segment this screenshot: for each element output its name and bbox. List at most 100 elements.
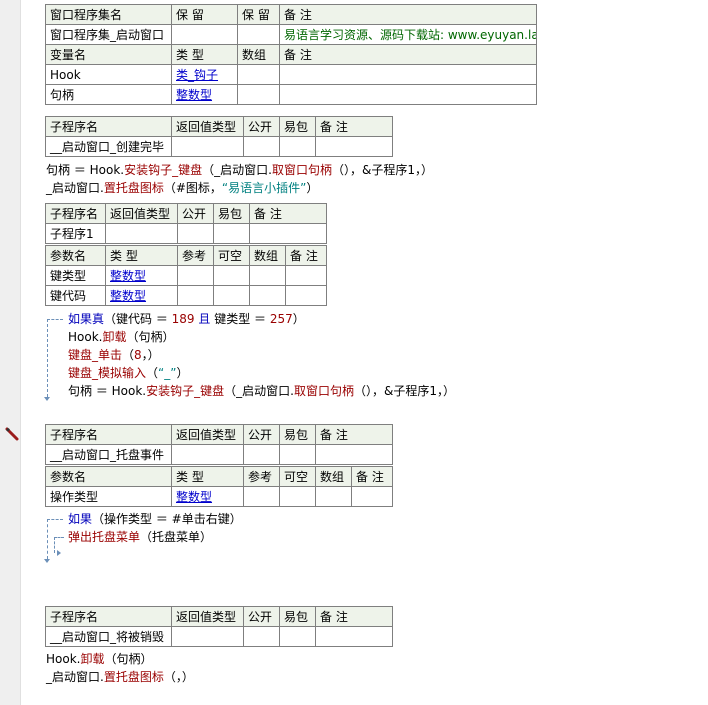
code-line[interactable]: _启动窗口.置托盘图标（，）: [46, 668, 194, 686]
code-line[interactable]: _启动窗口.置托盘图标（#图标，“易语言小插件”）: [46, 179, 318, 197]
subroutine-row[interactable]: 子程序1: [45, 223, 327, 244]
variable-array-cell[interactable]: [237, 64, 280, 85]
col-assembly-name: 窗口程序集名: [45, 4, 172, 25]
param-name-cell[interactable]: 键类型: [45, 265, 106, 286]
col-sub-remark: 备 注: [249, 203, 327, 224]
public-cell[interactable]: [177, 223, 214, 244]
sub-remark-cell[interactable]: [315, 626, 393, 647]
variable-type-link[interactable]: 整数型: [171, 84, 238, 105]
param-reference-cell[interactable]: [177, 285, 214, 306]
col-sub-name: 子程序名: [45, 606, 172, 627]
subroutine-row[interactable]: __启动窗口_将被销毁: [45, 626, 393, 647]
col-sub-remark: 备 注: [315, 424, 393, 445]
param-nullable-cell[interactable]: [213, 265, 250, 286]
parameter-table: 参数名 类 型 参考 可空 数组 备 注 操作类型 整数型: [45, 466, 393, 507]
col-nullable: 可空: [213, 245, 250, 266]
col-var-remark: 备 注: [279, 44, 537, 65]
col-reference: 参考: [177, 245, 214, 266]
code-line[interactable]: 键盘_单击（8，）: [68, 346, 160, 364]
parameter-row[interactable]: 键类型 整数型: [45, 265, 327, 286]
parameter-row[interactable]: 操作类型 整数型: [45, 486, 393, 507]
assembly-header-row: 窗口程序集名 保 留 保 留 备 注: [45, 4, 537, 25]
param-name-cell[interactable]: 键代码: [45, 285, 106, 306]
easy-package-cell[interactable]: [279, 136, 316, 157]
col-param-name: 参数名: [45, 245, 106, 266]
code-line[interactable]: 键盘_模拟输入（“_”）: [68, 364, 188, 382]
variable-row[interactable]: 句柄 整数型: [45, 84, 537, 105]
parameter-row[interactable]: 键代码 整数型: [45, 285, 327, 306]
param-nullable-cell[interactable]: [213, 285, 250, 306]
subroutine-row[interactable]: __启动窗口_托盘事件: [45, 444, 393, 465]
subroutine-name-cell[interactable]: 子程序1: [45, 223, 106, 244]
param-type-link[interactable]: 整数型: [105, 285, 178, 306]
code-line[interactable]: Hook.卸载（句柄）: [68, 328, 175, 346]
sub-remark-cell[interactable]: [315, 444, 393, 465]
param-name-cell[interactable]: 操作类型: [45, 486, 172, 507]
subroutine-header-row: 子程序名 返回值类型 公开 易包 备 注: [45, 606, 393, 627]
code-line[interactable]: 句柄 ＝ Hook.安装钩子_键盘（_启动窗口.取窗口句柄（），&子程序1，）: [46, 161, 433, 179]
variable-remark-cell[interactable]: [279, 84, 537, 105]
subroutine-name-cell[interactable]: __启动窗口_创建完毕: [45, 136, 172, 157]
code-line[interactable]: 如果真（键代码 ＝ 189 且 键类型 ＝ 257）: [68, 310, 305, 328]
line-gutter: [0, 0, 21, 705]
return-type-cell[interactable]: [105, 223, 178, 244]
sub-remark-cell[interactable]: [315, 136, 393, 157]
assembly-name-cell[interactable]: 窗口程序集_启动窗口: [45, 24, 172, 45]
subroutine-name-cell[interactable]: __启动窗口_将被销毁: [45, 626, 172, 647]
return-type-cell[interactable]: [171, 444, 244, 465]
col-reserved-1: 保 留: [171, 4, 238, 25]
parameter-header-row: 参数名 类 型 参考 可空 数组 备 注: [45, 466, 393, 487]
subroutine-name-cell[interactable]: __启动窗口_托盘事件: [45, 444, 172, 465]
variable-row[interactable]: Hook 类_钩子: [45, 64, 537, 85]
variable-name-cell[interactable]: 句柄: [45, 84, 172, 105]
pencil-icon: [5, 427, 19, 441]
flow-connector: [54, 537, 64, 538]
col-public: 公开: [243, 424, 280, 445]
variable-type-link[interactable]: 类_钩子: [171, 64, 238, 85]
col-easy-package: 易包: [279, 424, 316, 445]
subroutine-table: 子程序名 返回值类型 公开 易包 备 注 子程序1: [45, 203, 327, 244]
public-cell[interactable]: [243, 626, 280, 647]
easy-package-cell[interactable]: [279, 444, 316, 465]
variable-name-cell[interactable]: Hook: [45, 64, 172, 85]
reserved-cell-1[interactable]: [171, 24, 238, 45]
param-array-cell[interactable]: [249, 285, 286, 306]
remark-cell[interactable]: 易语言学习资源、源码下载站: www.eyuyan.la: [279, 24, 537, 45]
param-type-link[interactable]: 整数型: [105, 265, 178, 286]
param-reference-cell[interactable]: [243, 486, 280, 507]
code-line[interactable]: 句柄 ＝ Hook.安装钩子_键盘（_启动窗口.取窗口句柄（），&子程序1，）: [68, 382, 455, 400]
easy-package-cell[interactable]: [213, 223, 250, 244]
reserved-cell-2[interactable]: [237, 24, 280, 45]
col-param-remark: 备 注: [285, 245, 327, 266]
col-type: 类 型: [171, 44, 238, 65]
subroutine-row[interactable]: __启动窗口_创建完毕: [45, 136, 393, 157]
flow-connector: [47, 519, 63, 520]
col-sub-remark: 备 注: [315, 116, 393, 137]
col-array: 数组: [237, 44, 280, 65]
code-line[interactable]: Hook.卸载（句柄）: [46, 650, 153, 668]
variable-remark-cell[interactable]: [279, 64, 537, 85]
sub-remark-cell[interactable]: [249, 223, 327, 244]
param-array-cell[interactable]: [249, 265, 286, 286]
code-line[interactable]: 如果（操作类型 ＝ #单击右键）: [68, 510, 242, 528]
assembly-row[interactable]: 窗口程序集_启动窗口 易语言学习资源、源码下载站: www.eyuyan.la: [45, 24, 537, 45]
col-reference: 参考: [243, 466, 280, 487]
easy-package-cell[interactable]: [279, 626, 316, 647]
param-array-cell[interactable]: [315, 486, 352, 507]
col-variable-name: 变量名: [45, 44, 172, 65]
param-remark-cell[interactable]: [351, 486, 393, 507]
param-type-link[interactable]: 整数型: [171, 486, 244, 507]
return-type-cell[interactable]: [171, 626, 244, 647]
variable-array-cell[interactable]: [237, 84, 280, 105]
public-cell[interactable]: [243, 136, 280, 157]
col-remark: 备 注: [279, 4, 537, 25]
param-remark-cell[interactable]: [285, 285, 327, 306]
public-cell[interactable]: [243, 444, 280, 465]
col-param-name: 参数名: [45, 466, 172, 487]
param-remark-cell[interactable]: [285, 265, 327, 286]
flow-arrow-icon: [44, 397, 50, 401]
param-nullable-cell[interactable]: [279, 486, 316, 507]
code-line[interactable]: 弹出托盘菜单（托盘菜单）: [68, 528, 212, 546]
return-type-cell[interactable]: [171, 136, 244, 157]
param-reference-cell[interactable]: [177, 265, 214, 286]
